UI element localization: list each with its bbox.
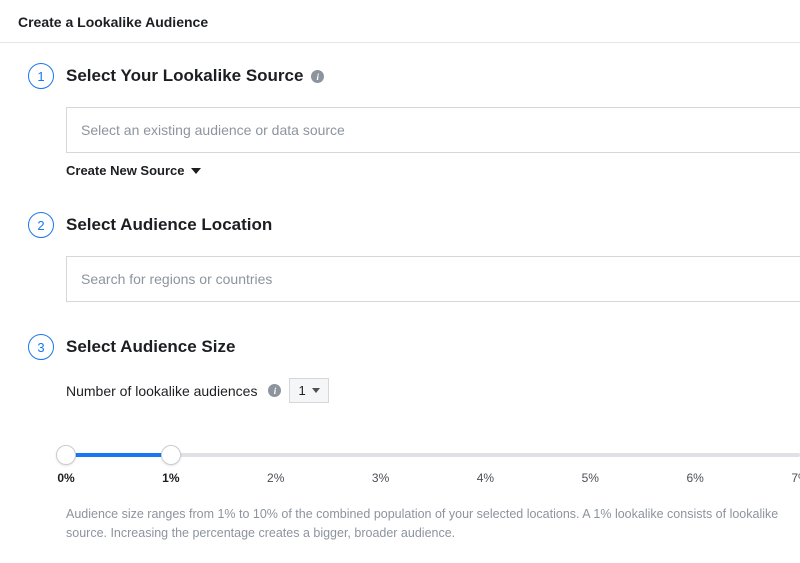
step-2-badge: 2 xyxy=(28,212,54,238)
slider-ticks: 0%1%2%3%4%5%6%7% xyxy=(66,471,800,487)
step-1-badge: 1 xyxy=(28,63,54,89)
create-new-source-label: Create New Source xyxy=(66,163,185,178)
step-1-header: 1 Select Your Lookalike Source i xyxy=(28,63,800,89)
dialog-content: 1 Select Your Lookalike Source i Select … xyxy=(0,43,800,543)
slider-track[interactable] xyxy=(66,453,800,457)
audience-count-row: Number of lookalike audiences i 1 xyxy=(66,378,800,403)
size-slider: 0%1%2%3%4%5%6%7% Audience size ranges fr… xyxy=(66,453,800,543)
size-help-text: Audience size ranges from 1% to 10% of t… xyxy=(66,505,800,543)
location-search-input[interactable]: Search for regions or countries xyxy=(66,256,800,302)
caret-down-icon xyxy=(191,168,201,174)
create-new-source-button[interactable]: Create New Source xyxy=(66,163,201,178)
step-2-header: 2 Select Audience Location xyxy=(28,212,800,238)
audience-count-value: 1 xyxy=(298,383,305,398)
info-icon[interactable]: i xyxy=(268,384,281,397)
step-1-title: Select Your Lookalike Source i xyxy=(66,66,324,86)
dialog-title: Create a Lookalike Audience xyxy=(18,14,208,30)
slider-fill xyxy=(66,453,171,457)
audience-count-select[interactable]: 1 xyxy=(289,378,328,403)
step-location: 2 Select Audience Location Search for re… xyxy=(28,212,800,302)
slider-handle-start[interactable] xyxy=(56,445,76,465)
step-3-title: Select Audience Size xyxy=(66,337,235,357)
step-source: 1 Select Your Lookalike Source i Select … xyxy=(28,63,800,180)
step-3-header: 3 Select Audience Size xyxy=(28,334,800,360)
step-3-badge: 3 xyxy=(28,334,54,360)
step-2-title: Select Audience Location xyxy=(66,215,272,235)
slider-handle-end[interactable] xyxy=(161,445,181,465)
caret-down-icon xyxy=(312,388,320,393)
source-select-input[interactable]: Select an existing audience or data sour… xyxy=(66,107,800,153)
dialog-header: Create a Lookalike Audience xyxy=(0,0,800,43)
step-size: 3 Select Audience Size Number of lookali… xyxy=(28,334,800,543)
info-icon[interactable]: i xyxy=(311,70,324,83)
audience-count-label: Number of lookalike audiences xyxy=(66,383,257,399)
